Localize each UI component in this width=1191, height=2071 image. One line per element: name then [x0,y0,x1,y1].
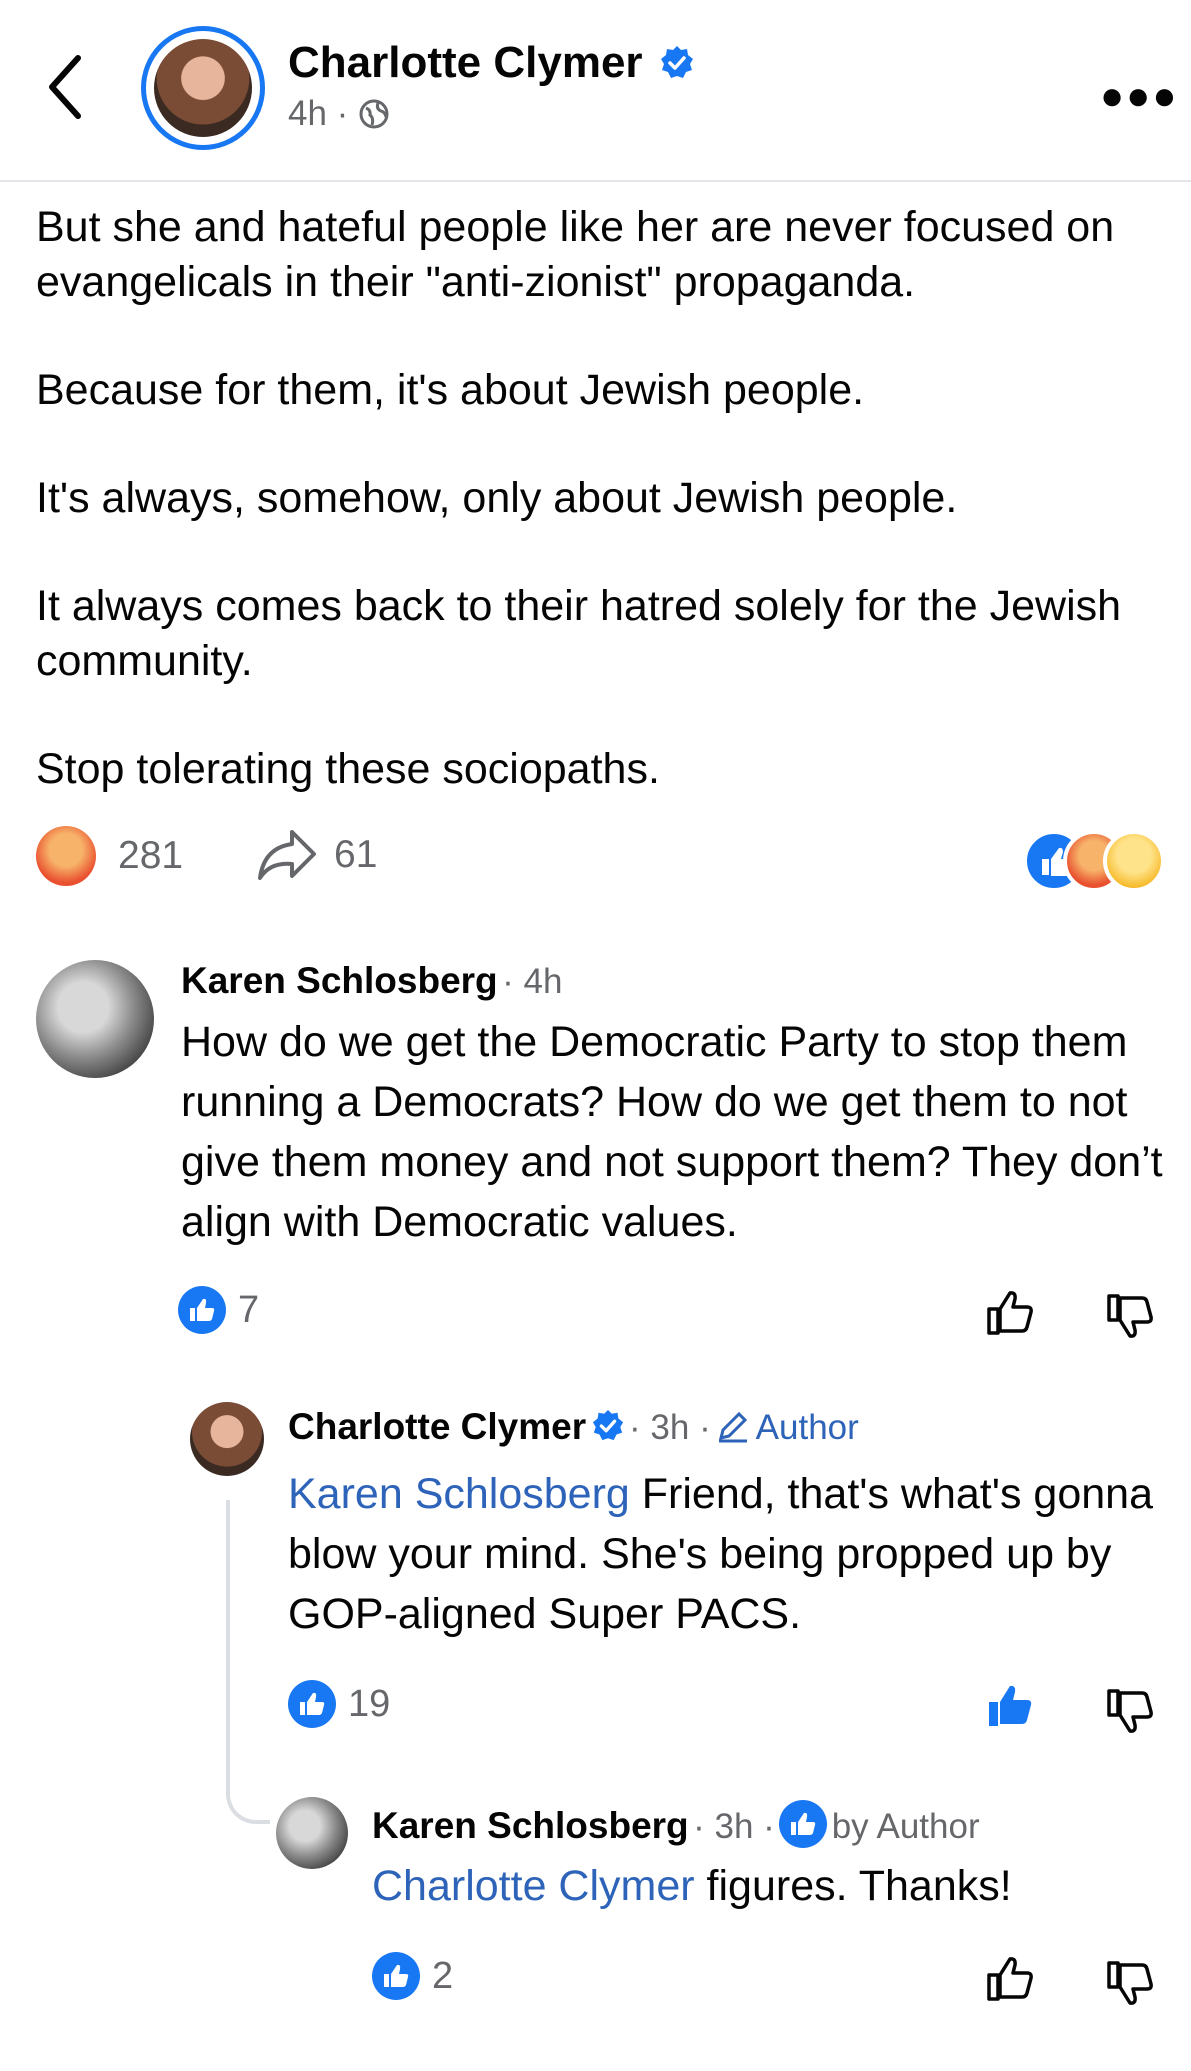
post-text: But she and hateful people like her are … [36,200,1166,850]
reaction-summary[interactable] [1023,830,1173,892]
comment-time: · 4h [502,962,563,1001]
comment-header: Karen Schlosberg · 3h · by Author [372,1800,980,1848]
author-avatar[interactable] [141,26,265,150]
commenter-avatar[interactable] [36,960,154,1078]
like-icon [178,1286,226,1334]
header-divider [0,180,1191,182]
downvote-icon[interactable] [1105,1290,1157,1342]
reaction-count: 281 [118,834,184,877]
liked-by-tag: by Author [831,1807,980,1846]
comment-time: · 3h · [693,1807,775,1846]
author-tag: Author [755,1408,859,1447]
comment-author[interactable]: Karen Schlosberg [372,1805,689,1846]
post-paragraph: It always comes back to their hatred sol… [36,582,1122,685]
more-options-icon[interactable]: ●●● [1100,74,1178,119]
downvote-icon[interactable] [1105,1957,1157,2009]
commenter-avatar[interactable] [190,1402,264,1476]
upvote-filled-icon[interactable] [985,1680,1037,1732]
comment-author[interactable]: Charlotte Clymer [288,1406,586,1447]
upvote-icon[interactable] [985,1287,1037,1339]
share-count: 61 [334,833,378,876]
comment-text: How do we get the Democratic Party to st… [181,1018,1163,1246]
comment-like-summary[interactable]: 2 [372,1952,453,2000]
angry-reaction-icon [36,826,96,886]
comment-like-count: 7 [238,1288,260,1331]
comment-body: figures. Thanks! [694,1862,1012,1910]
comment-like-count: 19 [348,1682,391,1725]
post-paragraph: Stop tolerating these sociopaths. [36,745,660,793]
post-paragraph: Because for them, it's about Jewish peop… [36,366,865,414]
pencil-icon [719,1411,748,1443]
post-author-name[interactable]: Charlotte Clymer [288,38,695,88]
commenter-avatar[interactable] [276,1797,348,1869]
comment-author[interactable]: Karen Schlosberg [181,960,498,1001]
comment-like-summary[interactable]: 19 [288,1680,390,1728]
comment-text: Charlotte Clymer figures. Thanks! [372,1856,1162,1916]
wow-icon [1103,830,1165,892]
comment-text: Karen Schlosberg Friend, that's what's g… [288,1464,1168,1644]
globe-icon [359,99,389,129]
like-icon [372,1952,420,2000]
post-time: 4h [288,94,327,133]
meta-separator: · [336,94,349,133]
thread-connector [226,1500,270,1824]
post-paragraph: But she and hateful people like her are … [36,203,1115,306]
comment-like-count: 2 [432,1954,454,1997]
share-arrow-icon [258,830,316,880]
like-icon [288,1680,336,1728]
back-chevron-icon[interactable] [44,52,84,122]
mention-link[interactable]: Charlotte Clymer [372,1862,695,1910]
comment-like-summary[interactable]: 7 [178,1286,259,1334]
mention-link[interactable]: Karen Schlosberg [288,1470,630,1518]
upvote-icon[interactable] [985,1953,1037,2005]
verified-badge-icon [592,1409,623,1441]
like-icon [779,1800,828,1848]
post-paragraph: It's always, somehow, only about Jewish … [36,474,958,522]
verified-badge-icon [660,46,693,78]
comment-header: Charlotte Clymer · 3h · Author [288,1406,859,1448]
post-meta: 4h · [288,94,390,134]
reaction-button[interactable]: 281 [36,826,183,886]
comment-header: Karen Schlosberg · 4h [181,960,562,1002]
share-button[interactable]: 61 [256,826,377,884]
downvote-icon[interactable] [1105,1685,1157,1737]
comment-time: · 3h · [629,1408,711,1447]
